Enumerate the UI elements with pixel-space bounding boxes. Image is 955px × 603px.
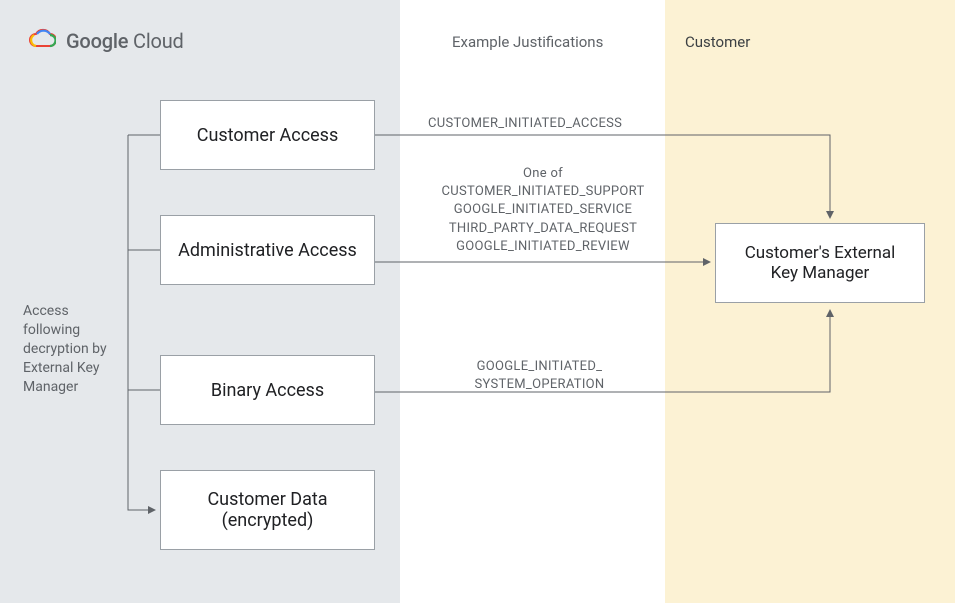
- justification-admin-list: One of CUSTOMER_INITIATED_SUPPORT GOOGLE…: [428, 165, 658, 256]
- column-justifications: [400, 0, 665, 603]
- column-header-justifications: Example Justifications: [452, 33, 603, 51]
- box-administrative-access: Administrative Access: [160, 215, 375, 285]
- box-external-key-manager: Customer's External Key Manager: [715, 223, 925, 303]
- box-customer-data: Customer Data (encrypted): [160, 470, 375, 550]
- google-cloud-logo: Google Cloud: [28, 28, 184, 54]
- cloud-icon: [28, 28, 56, 54]
- logo-text: Google Cloud: [66, 29, 184, 53]
- justification-customer-initiated: CUSTOMER_INITIATED_ACCESS: [428, 115, 622, 133]
- box-customer-access: Customer Access: [160, 100, 375, 170]
- column-header-customer: Customer: [685, 33, 750, 51]
- side-label-decryption: Access following decryption by External …: [23, 302, 118, 396]
- box-binary-access: Binary Access: [160, 355, 375, 425]
- justification-binary: GOOGLE_INITIATED_ SYSTEM_OPERATION: [452, 358, 627, 394]
